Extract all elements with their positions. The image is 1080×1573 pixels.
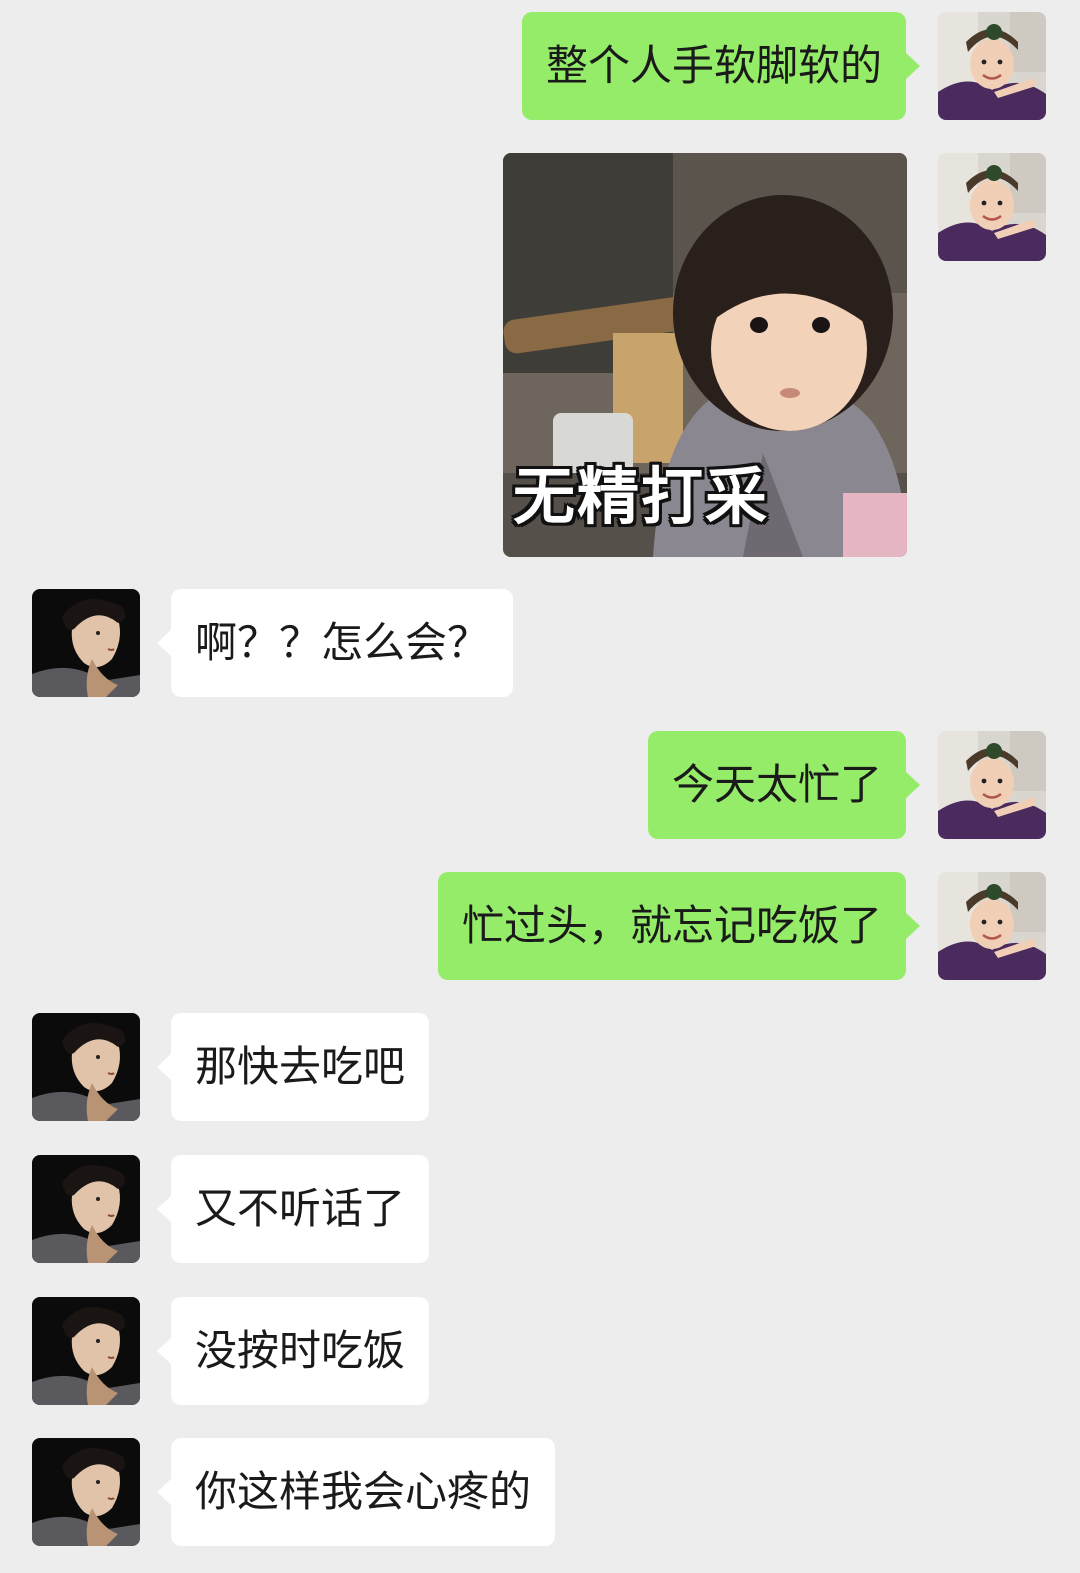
sticker-message[interactable]: 无精打采: [503, 153, 907, 557]
message-text: 那快去吃吧: [195, 1042, 406, 1091]
contact-avatar-icon[interactable]: [32, 1155, 140, 1263]
message-row: 今天太忙了: [0, 731, 1080, 839]
message-text: 忙过头，就忘记吃饭了: [461, 901, 882, 950]
message-row: 没按时吃饭: [0, 1297, 1080, 1405]
message-row: 那快去吃吧: [0, 1013, 1080, 1121]
sent-text-bubble[interactable]: 今天太忙了: [647, 731, 921, 839]
message-row: 又不听话了: [0, 1155, 1080, 1263]
message-text: 你这样我会心疼的: [195, 1467, 532, 1516]
contact-avatar-icon[interactable]: [32, 1438, 140, 1546]
my-avatar-icon[interactable]: [938, 12, 1046, 120]
message-row: 无精打采: [0, 153, 1080, 557]
contact-avatar-icon[interactable]: [32, 1297, 140, 1405]
sticker-caption: 无精打采: [513, 460, 770, 533]
received-text-bubble[interactable]: 没按时吃饭: [156, 1297, 430, 1405]
chat-message-list[interactable]: 整个人手软脚软的 无精打采 啊？？怎么会？ 今天太忙了 忙过头，就忘记吃饭了 那…: [0, 0, 1080, 1573]
my-avatar-icon[interactable]: [938, 872, 1046, 980]
message-text: 啊？？怎么会？: [195, 618, 490, 667]
contact-avatar-icon[interactable]: [32, 1013, 140, 1121]
received-text-bubble[interactable]: 你这样我会心疼的: [156, 1438, 556, 1546]
message-row: 忙过头，就忘记吃饭了: [0, 872, 1080, 980]
contact-avatar-icon[interactable]: [32, 589, 140, 697]
message-row: 整个人手软脚软的: [0, 12, 1080, 120]
received-text-bubble[interactable]: 啊？？怎么会？: [156, 589, 514, 697]
received-text-bubble[interactable]: 又不听话了: [156, 1155, 430, 1263]
message-text: 又不听话了: [195, 1184, 406, 1233]
message-text: 没按时吃饭: [195, 1326, 406, 1375]
my-avatar-icon[interactable]: [938, 153, 1046, 261]
received-text-bubble[interactable]: 那快去吃吧: [156, 1013, 430, 1121]
sent-text-bubble[interactable]: 整个人手软脚软的: [521, 12, 921, 120]
sent-text-bubble[interactable]: 忙过头，就忘记吃饭了: [437, 872, 921, 980]
my-avatar-icon[interactable]: [938, 731, 1046, 839]
message-text: 整个人手软脚软的: [545, 41, 882, 90]
message-text: 今天太忙了: [671, 760, 882, 809]
message-row: 你这样我会心疼的: [0, 1438, 1080, 1546]
message-row: 啊？？怎么会？: [0, 589, 1080, 697]
